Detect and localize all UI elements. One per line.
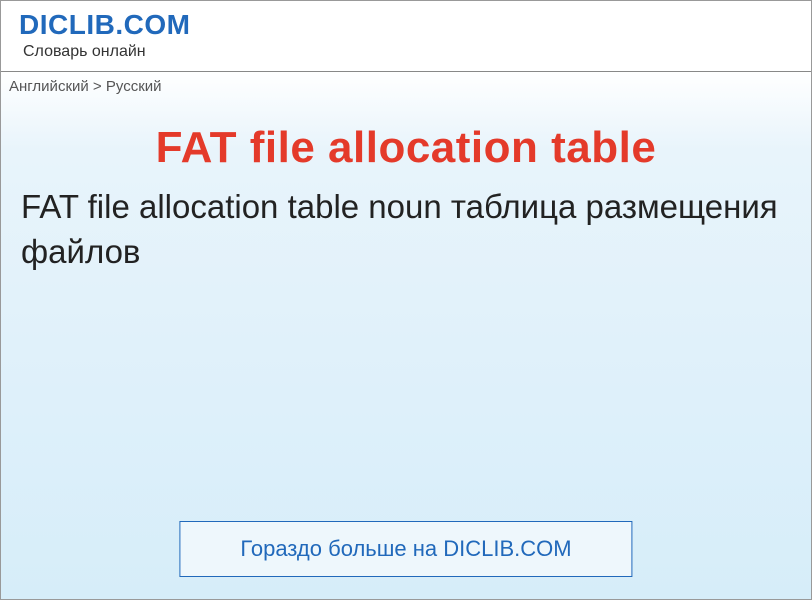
- entry-definition: FAT file allocation table noun таблица р…: [1, 173, 811, 274]
- site-subtitle: Словарь онлайн: [23, 43, 793, 61]
- entry-title: FAT file allocation table: [1, 123, 811, 173]
- more-link[interactable]: Гораздо больше на DICLIB.COM: [179, 521, 632, 577]
- site-title[interactable]: DICLIB.COM: [19, 9, 793, 41]
- breadcrumb[interactable]: Английский > Русский: [1, 72, 811, 101]
- header: DICLIB.COM Словарь онлайн: [1, 1, 811, 65]
